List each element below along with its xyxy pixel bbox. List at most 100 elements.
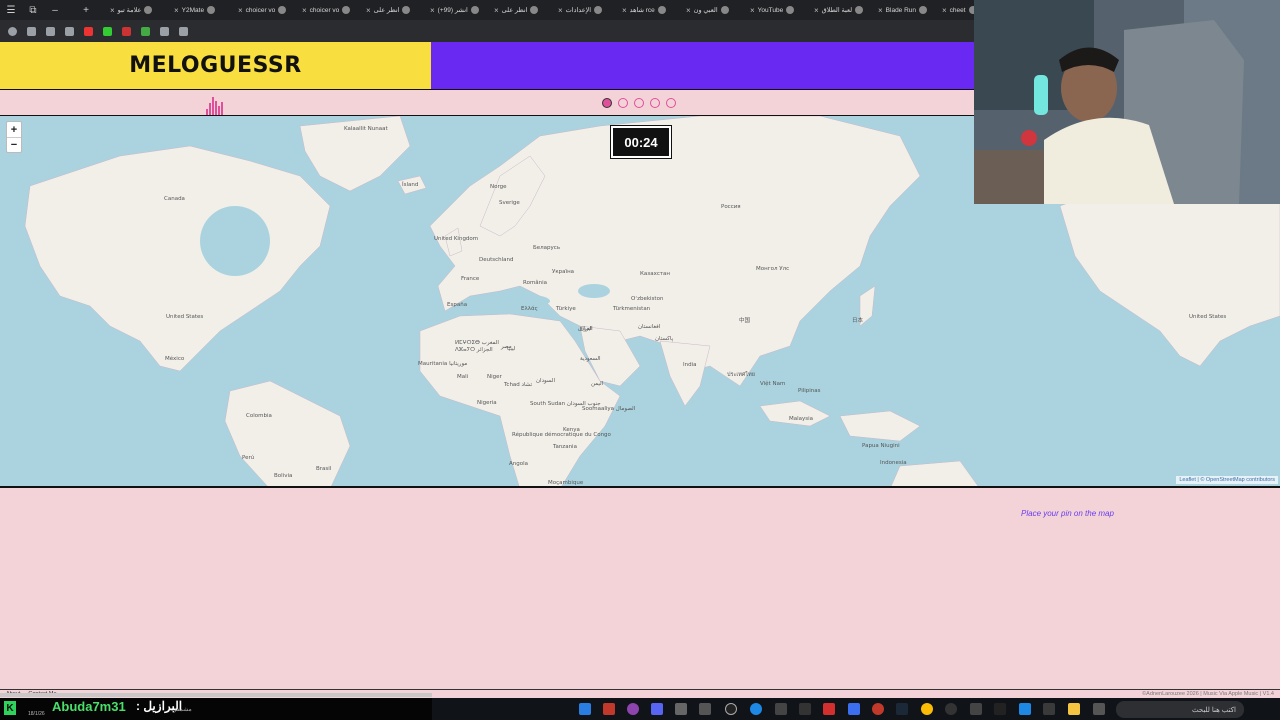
- close-tab-icon[interactable]: ×: [302, 6, 307, 15]
- close-tab-icon[interactable]: ×: [494, 6, 499, 15]
- browser-tab[interactable]: × choicer vo: [234, 0, 298, 20]
- round-indicator: [602, 98, 676, 108]
- app-icon[interactable]: [994, 703, 1006, 715]
- browser-tab[interactable]: × YouTube: [746, 0, 810, 20]
- horizontal-scrollbar[interactable]: [0, 693, 432, 697]
- browser-tab[interactable]: × Y2Mate: [170, 0, 234, 20]
- close-tab-icon[interactable]: ×: [174, 6, 179, 15]
- zoom-control: + −: [6, 121, 22, 153]
- browser-tab[interactable]: × علامة تبو: [106, 0, 170, 20]
- app-icon[interactable]: [823, 703, 835, 715]
- close-tab-icon[interactable]: ×: [238, 6, 243, 15]
- taskbar-search[interactable]: اكتب هنا للبحث: [1116, 701, 1244, 718]
- red-ext-icon[interactable]: [122, 26, 131, 36]
- restore-icon[interactable]: ⧉: [22, 0, 44, 20]
- browser-tab[interactable]: × (+99) انشر: [426, 0, 490, 20]
- map-label: اليمن: [591, 381, 604, 387]
- close-tab-icon[interactable]: ×: [110, 6, 115, 15]
- map-label: Angola: [509, 461, 529, 467]
- app-icon[interactable]: [775, 703, 787, 715]
- browser-tab[interactable]: × Blade Run: [874, 0, 938, 20]
- tab-title: YouTube: [757, 6, 784, 14]
- map-label: Ísland: [402, 182, 419, 188]
- app-icon[interactable]: [699, 703, 711, 715]
- folder-icon[interactable]: [1068, 703, 1080, 715]
- round-dot: [650, 98, 660, 108]
- app-icon[interactable]: [627, 703, 639, 715]
- browser-tab[interactable]: × لعبة الطلاق: [810, 0, 874, 20]
- youtube-ext-icon[interactable]: [84, 26, 93, 36]
- map-label: ⵍⵎⵖⵔⵉⴱ المغرب: [455, 340, 499, 346]
- map-label: România: [523, 280, 548, 286]
- map-label: Canada: [164, 196, 185, 202]
- browser-tab[interactable]: × العبي ون: [682, 0, 746, 20]
- ext-icon[interactable]: [141, 26, 150, 36]
- map-label: Sverige: [499, 200, 520, 206]
- tab-favicon: [470, 6, 479, 14]
- task-view-icon[interactable]: [1093, 703, 1105, 715]
- close-tab-icon[interactable]: ×: [686, 6, 691, 15]
- browser-tab[interactable]: × شاهد rce: [618, 0, 682, 20]
- map-label: India: [683, 362, 697, 368]
- round-strip: [0, 89, 974, 115]
- browser-tab[interactable]: × انظر على: [362, 0, 426, 20]
- map-label: Монгол Улс: [756, 266, 790, 272]
- map-label: السودان: [536, 378, 555, 384]
- bookmark-star-icon[interactable]: [160, 26, 169, 36]
- app-icon[interactable]: [848, 703, 860, 715]
- download-icon[interactable]: [46, 26, 55, 36]
- menu-icon[interactable]: ☰: [0, 0, 22, 20]
- app-icon[interactable]: [579, 703, 591, 715]
- app-icon[interactable]: [970, 703, 982, 715]
- tab-strip: × علامة تبو × Y2Mate × choicer vo × choicer vo ×…: [106, 0, 974, 20]
- map-label: Việt Nam: [760, 381, 786, 387]
- round-dot: [602, 98, 612, 108]
- close-tab-icon[interactable]: ×: [750, 6, 755, 15]
- round-dot: [666, 98, 676, 108]
- sidebar-icon[interactable]: [179, 26, 188, 36]
- close-tab-icon[interactable]: ×: [814, 6, 819, 15]
- app-icon[interactable]: [651, 703, 663, 715]
- round-dot: [634, 98, 644, 108]
- browser-tab[interactable]: × choicer vo: [298, 0, 362, 20]
- close-tab-icon[interactable]: ×: [558, 6, 563, 15]
- chrome-icon[interactable]: [921, 703, 933, 715]
- steam-icon[interactable]: [896, 703, 908, 715]
- profile-icon[interactable]: [8, 26, 17, 36]
- countdown-timer: 00:24: [611, 126, 671, 158]
- app-icon[interactable]: [603, 703, 615, 715]
- close-tab-icon[interactable]: ×: [878, 6, 883, 15]
- browser-tab[interactable]: × الإعدادات: [554, 0, 618, 20]
- round-dot: [618, 98, 628, 108]
- map-attribution[interactable]: Leaflet | © OpenStreetMap contributors: [1176, 476, 1278, 484]
- app-icon[interactable]: [945, 703, 957, 715]
- extension-icon[interactable]: [27, 26, 36, 36]
- extension-icon[interactable]: [65, 26, 74, 36]
- zoom-in-button[interactable]: +: [7, 122, 21, 137]
- browser-tab[interactable]: × cheet: [938, 0, 974, 20]
- chat-subtext: مشمس: [172, 707, 192, 713]
- tab-favicon: [207, 6, 216, 14]
- minimize-icon[interactable]: –: [44, 0, 66, 20]
- app-icon[interactable]: [725, 703, 737, 715]
- app-icon[interactable]: [1043, 703, 1055, 715]
- app-icon[interactable]: [750, 703, 762, 715]
- map-label: مصر: [501, 344, 512, 350]
- map-label: ประเทศไทย: [727, 372, 756, 378]
- app-icon[interactable]: [872, 703, 884, 715]
- app-icon[interactable]: [675, 703, 687, 715]
- chat-username: Abuda7m31: [52, 699, 126, 714]
- close-tab-icon[interactable]: ×: [430, 6, 435, 15]
- browser-tab[interactable]: × انظر على: [490, 0, 554, 20]
- close-tab-icon[interactable]: ×: [622, 6, 627, 15]
- app-icon[interactable]: [1019, 703, 1031, 715]
- new-tab-icon[interactable]: +: [66, 0, 106, 20]
- map-label: Казахстан: [640, 271, 671, 277]
- zoom-out-button[interactable]: −: [7, 137, 21, 152]
- tab-title: انظر على: [373, 7, 400, 14]
- map-label: Perú: [242, 455, 255, 461]
- app-icon[interactable]: [799, 703, 811, 715]
- close-tab-icon[interactable]: ×: [366, 6, 371, 15]
- green-ext-icon[interactable]: [103, 26, 112, 36]
- close-tab-icon[interactable]: ×: [942, 6, 947, 15]
